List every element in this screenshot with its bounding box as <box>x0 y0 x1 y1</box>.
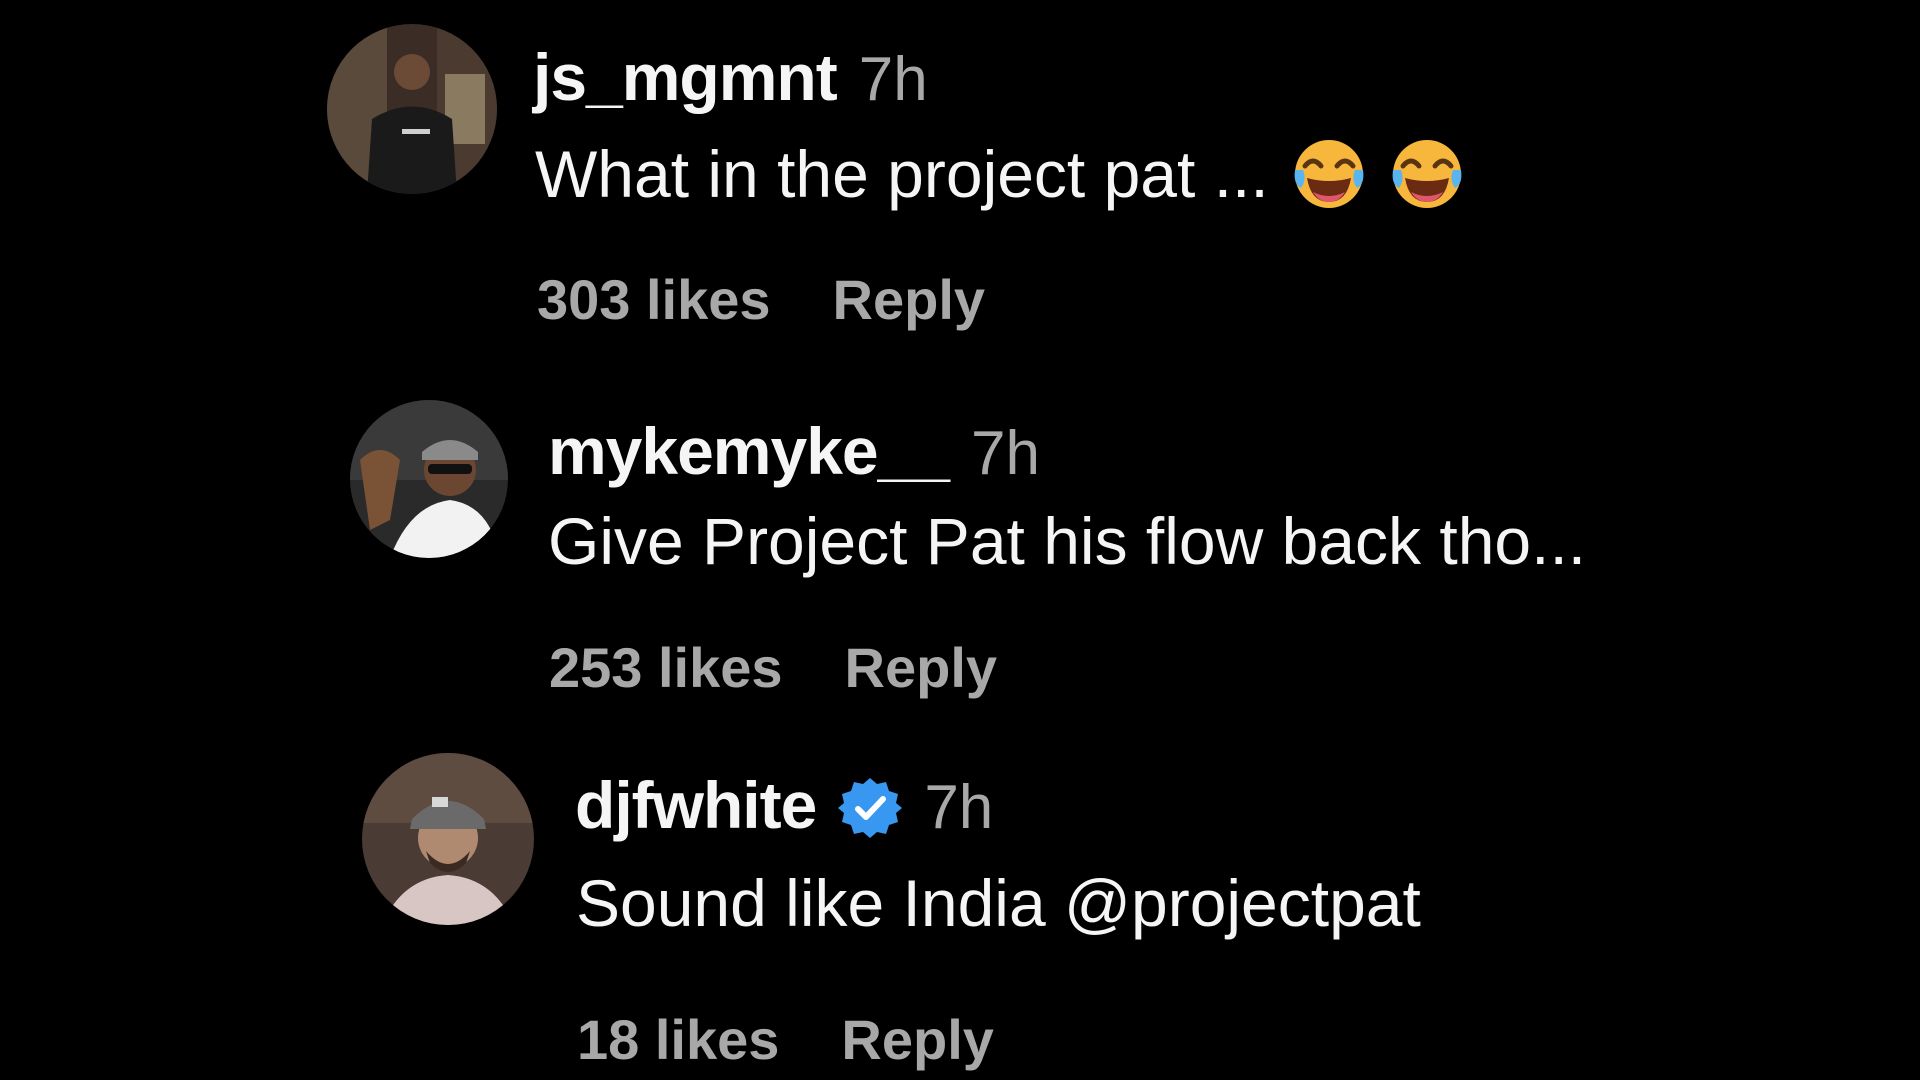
avatar-photo <box>362 753 534 925</box>
reply-button[interactable]: Reply <box>833 272 986 328</box>
reply-button[interactable]: Reply <box>845 640 998 696</box>
avatar-photo <box>350 400 508 558</box>
comment-text-row: What in the project pat ... <box>535 136 1465 212</box>
comment-header: mykemyke__ 7h <box>548 418 1040 485</box>
comment-header: djfwhite 7h <box>575 772 993 839</box>
comment-text: What in the project pat ... <box>535 137 1269 211</box>
avatar-photo <box>327 24 497 194</box>
comment-text: Sound like India @projectpat <box>576 866 1421 940</box>
verified-badge-icon <box>838 776 903 840</box>
likes-count[interactable]: 253 likes <box>549 640 783 696</box>
avatar[interactable] <box>327 24 497 194</box>
comment-header: js_mgmnt 7h <box>533 44 928 111</box>
face-with-tears-of-joy-icon <box>1291 136 1367 212</box>
avatar[interactable] <box>350 400 508 558</box>
comment-text-row: Give Project Pat his flow back tho... <box>548 508 1586 574</box>
timestamp: 7h <box>858 45 928 114</box>
comment-text-row: Sound like India @projectpat <box>576 870 1421 936</box>
avatar[interactable] <box>362 753 534 925</box>
likes-count[interactable]: 303 likes <box>537 272 771 328</box>
username[interactable]: js_mgmnt <box>533 44 838 110</box>
username[interactable]: djfwhite <box>575 772 817 838</box>
comment-text: Give Project Pat his flow back tho... <box>548 504 1587 578</box>
comment-actions: 303 likes Reply <box>537 272 985 328</box>
username[interactable]: mykemyke__ <box>548 418 950 484</box>
comment-actions: 253 likes Reply <box>549 640 997 696</box>
reply-button[interactable]: Reply <box>841 1012 994 1068</box>
timestamp: 7h <box>971 419 1040 488</box>
likes-count[interactable]: 18 likes <box>577 1012 779 1068</box>
face-with-tears-of-joy-icon <box>1389 136 1465 212</box>
comment-actions: 18 likes Reply <box>577 1012 994 1068</box>
timestamp: 7h <box>924 773 994 842</box>
